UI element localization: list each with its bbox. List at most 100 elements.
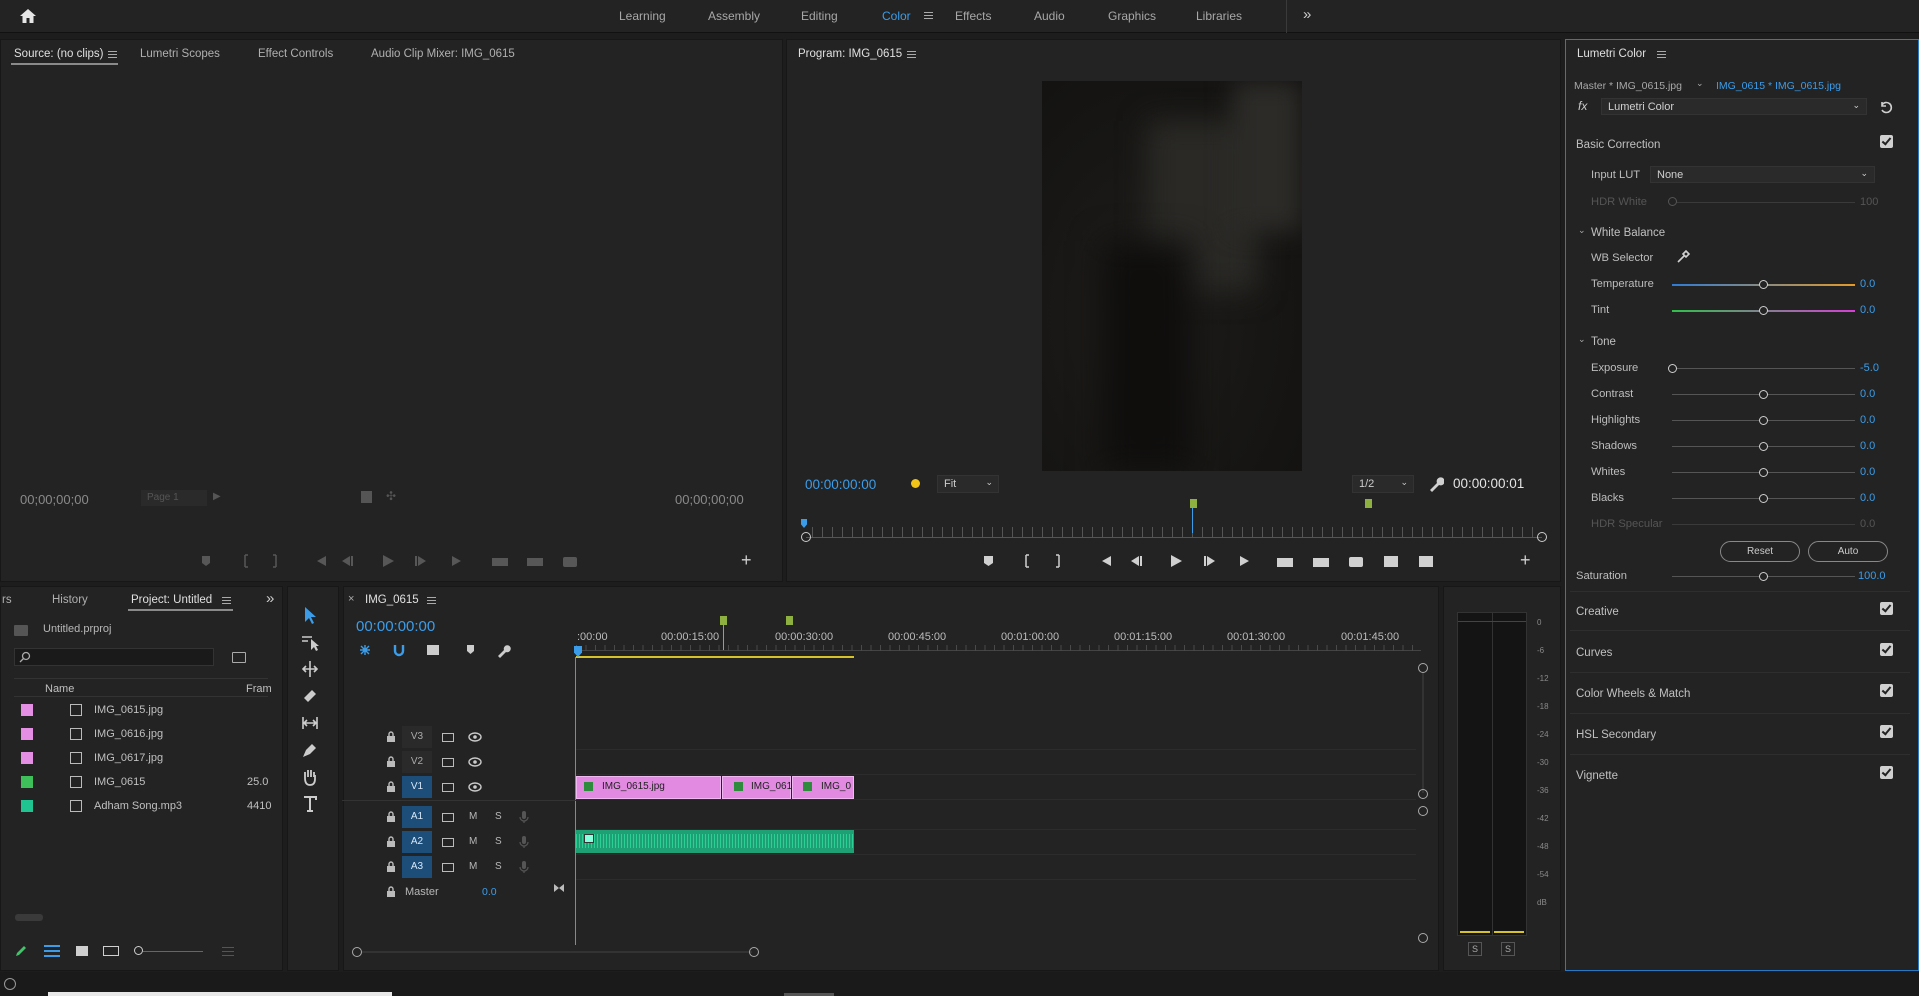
sync-lock-icon[interactable] [442, 838, 454, 847]
fit-dropdown[interactable]: Fit ⌄ [937, 475, 999, 493]
hand-tool-icon[interactable] [300, 767, 320, 787]
auto-button[interactable]: Auto [1808, 541, 1888, 562]
project-item[interactable]: IMG_0615 25.0 [14, 771, 268, 793]
chevron-down-icon[interactable]: ⌄ [1578, 334, 1586, 345]
sync-lock-icon[interactable] [442, 863, 454, 872]
new-bin-icon[interactable] [232, 652, 246, 663]
tab-history[interactable]: History [52, 594, 88, 606]
page-next-icon[interactable]: ▶ [213, 491, 221, 502]
zoom-slider[interactable] [143, 951, 203, 952]
blacks-value[interactable]: 0.0 [1860, 492, 1875, 504]
tint-knob[interactable] [1759, 306, 1768, 315]
lumetri-master-clip[interactable]: Master * IMG_0615.jpg [1574, 80, 1682, 92]
video-clip-2[interactable]: IMG_061 [722, 776, 792, 799]
section-creative[interactable]: Creative [1576, 606, 1619, 618]
sync-lock-icon[interactable] [442, 783, 454, 792]
horizontal-scrollbar[interactable] [362, 951, 752, 953]
lock-icon[interactable] [386, 811, 396, 823]
section-curves[interactable]: Curves [1576, 647, 1612, 659]
shadows-knob[interactable] [1759, 442, 1768, 451]
hsl-checkbox[interactable] [1880, 725, 1893, 738]
workspace-assembly[interactable]: Assembly [708, 9, 760, 23]
more-workspaces-icon[interactable]: » [1303, 6, 1311, 23]
source-menu-icon[interactable] [108, 51, 117, 58]
contrast-value[interactable]: 0.0 [1860, 388, 1875, 400]
marker-green-icon-2[interactable] [786, 616, 793, 625]
tab-truncated[interactable]: rs [2, 594, 12, 606]
horizontal-zoom-handle-right[interactable] [749, 947, 759, 957]
solo-button[interactable]: S [495, 811, 502, 822]
selection-tool-icon[interactable] [300, 605, 320, 625]
tab-effect-controls[interactable]: Effect Controls [258, 48, 333, 60]
sync-lock-icon[interactable] [442, 733, 454, 742]
lock-icon[interactable] [386, 756, 396, 768]
shadows-value[interactable]: 0.0 [1860, 440, 1875, 452]
master-track-value[interactable]: 0.0 [482, 886, 497, 898]
drag-icon[interactable]: ✣ [386, 489, 396, 503]
status-icon[interactable] [4, 978, 16, 990]
workspace-effects[interactable]: Effects [955, 9, 991, 23]
pencil-icon[interactable] [14, 944, 28, 958]
zoom-handle-right[interactable] [1537, 532, 1547, 542]
color-wheels-checkbox[interactable] [1880, 684, 1893, 697]
timeline-menu-icon[interactable] [427, 597, 436, 604]
reset-effect-icon[interactable] [1879, 100, 1893, 114]
microphone-icon[interactable] [519, 835, 529, 849]
project-menu-icon[interactable] [222, 597, 231, 604]
temperature-value[interactable]: 0.0 [1860, 278, 1875, 290]
label-color-swatch[interactable] [21, 752, 33, 764]
tab-audio-clip-mixer[interactable]: Audio Clip Mixer: IMG_0615 [371, 48, 515, 60]
track-target-button[interactable]: A1 [402, 806, 432, 828]
sync-lock-icon[interactable] [442, 758, 454, 767]
hdr-white-value[interactable]: 100 [1860, 196, 1878, 208]
vignette-checkbox[interactable] [1880, 766, 1893, 779]
eye-icon[interactable] [468, 757, 482, 767]
chevron-down-icon[interactable]: ⌄ [1578, 225, 1586, 236]
hdr-white-knob[interactable] [1668, 197, 1677, 206]
source-add-button[interactable]: + [741, 550, 752, 571]
horizontal-zoom-handle-left[interactable] [352, 947, 362, 957]
section-color-wheels[interactable]: Color Wheels & Match [1576, 688, 1690, 700]
vertical-zoom-handle-mid[interactable] [1418, 789, 1428, 799]
sync-lock-icon[interactable] [442, 813, 454, 822]
project-item[interactable]: IMG_0616.jpg [14, 723, 268, 745]
lock-icon[interactable] [386, 781, 396, 793]
hdr-specular-slider[interactable] [1672, 524, 1855, 525]
track-target-button[interactable]: V1 [402, 776, 432, 798]
vertical-zoom-handle-bottom[interactable] [1418, 933, 1428, 943]
timeline-options[interactable] [357, 642, 517, 658]
whites-knob[interactable] [1759, 468, 1768, 477]
marker-green-icon-2[interactable] [1365, 499, 1372, 508]
razor-tool-icon[interactable] [300, 686, 320, 706]
page-dropdown[interactable]: Page 1 [141, 490, 207, 506]
eyedropper-icon[interactable] [1676, 250, 1690, 264]
basic-correction-checkbox[interactable] [1880, 135, 1893, 148]
project-item[interactable]: IMG_0617.jpg [14, 747, 268, 769]
program-timecode[interactable]: 00:00:00:00 [805, 477, 876, 492]
lumetri-target-clip[interactable]: IMG_0615 * IMG_0615.jpg [1716, 80, 1841, 92]
master-go-to-icon[interactable] [553, 882, 565, 894]
lock-icon[interactable] [386, 836, 396, 848]
project-search-input[interactable] [14, 648, 214, 666]
workspace-color[interactable]: Color [882, 9, 911, 23]
solo-button[interactable]: S [495, 861, 502, 872]
workspace-menu-icon[interactable] [924, 12, 933, 19]
tint-value[interactable]: 0.0 [1860, 304, 1875, 316]
microphone-icon[interactable] [519, 860, 529, 874]
tab-source[interactable]: Source: (no clips) [14, 48, 103, 60]
section-hsl-secondary[interactable]: HSL Secondary [1576, 729, 1656, 741]
track-target-button[interactable]: V2 [402, 751, 432, 773]
lock-icon[interactable] [386, 731, 396, 743]
timeline-tab[interactable]: IMG_0615 [365, 594, 419, 606]
project-item[interactable]: Adham Song.mp3 4410 [14, 795, 271, 817]
input-lut-dropdown[interactable]: None ⌄ [1650, 166, 1875, 183]
zoom-handle-left[interactable] [801, 532, 811, 542]
mute-button[interactable]: M [469, 811, 477, 822]
hdr-specular-value[interactable]: 0.0 [1860, 518, 1875, 530]
close-icon[interactable]: × [348, 593, 354, 605]
workspace-libraries[interactable]: Libraries [1196, 9, 1242, 23]
track-select-tool-icon[interactable] [300, 632, 320, 652]
tab-project[interactable]: Project: Untitled [131, 594, 212, 606]
microphone-icon[interactable] [519, 810, 529, 824]
track-target-button[interactable]: A2 [402, 831, 432, 853]
